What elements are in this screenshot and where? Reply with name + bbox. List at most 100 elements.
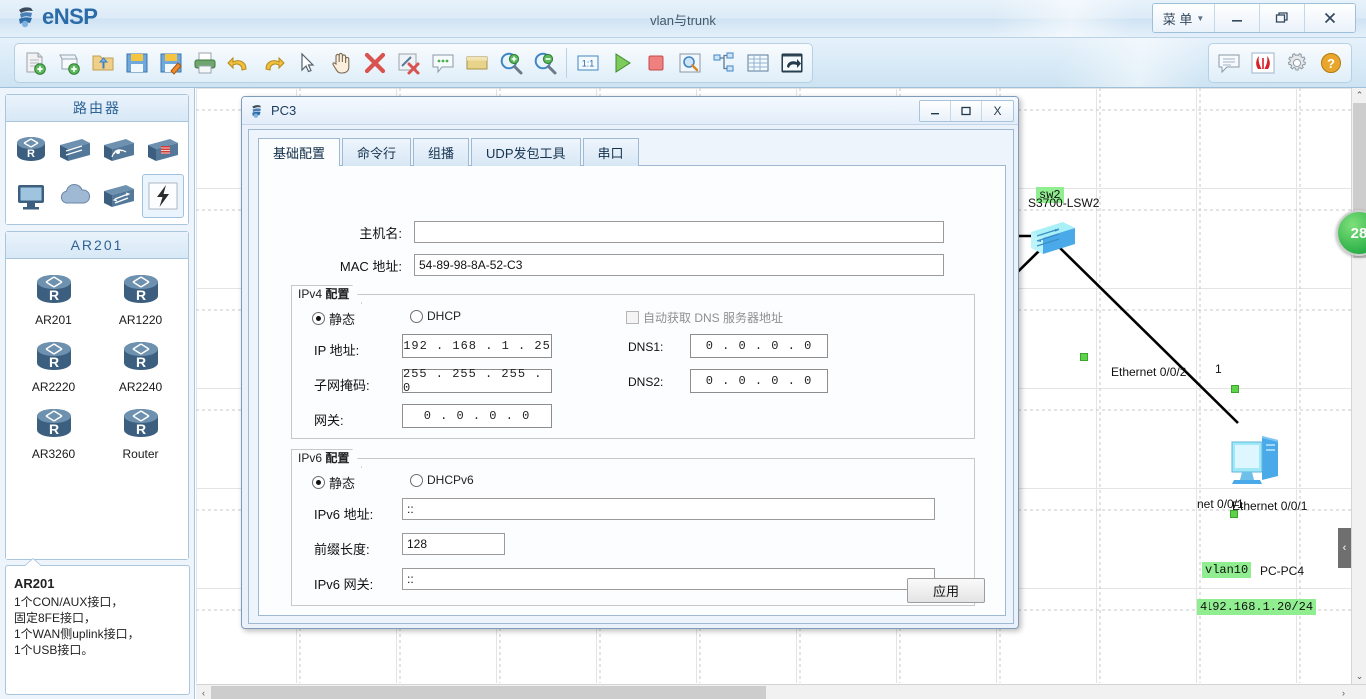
model-item[interactable]: R Router	[97, 401, 184, 464]
firewall-type-icon[interactable]	[142, 128, 184, 172]
pc3-dialog[interactable]: PC3 X 基础配置 命令行 组播 UDP发包工具 串口 主机名: MAC 地址…	[241, 96, 1019, 629]
settings-gear-icon[interactable]	[1280, 46, 1314, 80]
zoom-reset-1to1-icon[interactable]: 1:1	[571, 46, 605, 80]
model-item[interactable]: R AR201	[10, 267, 97, 330]
save-as-icon[interactable]	[154, 46, 188, 80]
device-model-header: AR201	[6, 232, 188, 259]
dns1-input[interactable]: 0 . 0 . 0 . 0	[690, 334, 828, 358]
pc3-maximize-button[interactable]	[951, 100, 982, 121]
svg-text:1:1: 1:1	[582, 59, 595, 69]
open-folder-icon[interactable]	[86, 46, 120, 80]
restore-button[interactable]	[1260, 4, 1305, 32]
close-button[interactable]	[1305, 4, 1355, 32]
switch-type-icon[interactable]	[54, 128, 96, 172]
ipv6-prefix-input[interactable]	[402, 533, 505, 555]
scroll-up-arrow[interactable]: ⌃	[1352, 88, 1366, 103]
model-item[interactable]: R AR2240	[97, 334, 184, 397]
tab-multicast[interactable]: 组播	[413, 138, 470, 166]
redo-icon[interactable]	[256, 46, 290, 80]
pc-device-icon[interactable]	[1226, 428, 1288, 493]
svg-text:R: R	[135, 354, 145, 370]
pan-hand-icon[interactable]	[324, 46, 358, 80]
ipv4-gateway-input[interactable]: 0 . 0 . 0 . 0	[402, 404, 552, 428]
rectangle-icon[interactable]	[460, 46, 494, 80]
help-icon[interactable]: ?	[1314, 46, 1348, 80]
scroll-down-arrow[interactable]: ⌄	[1352, 669, 1366, 684]
cloud-type-icon[interactable]	[54, 174, 96, 218]
vertical-scrollbar[interactable]: ⌃ ⌄	[1351, 88, 1366, 684]
other-device-type-icon[interactable]	[98, 174, 140, 218]
start-device-icon[interactable]	[605, 46, 639, 80]
select-pointer-icon[interactable]	[290, 46, 324, 80]
ipv4-static-radio[interactable]: 静态	[312, 309, 355, 328]
menu-button[interactable]: 菜 单 ▼	[1153, 4, 1215, 32]
interface-label-partial: 1	[1215, 362, 1222, 376]
ipv6-address-input[interactable]	[402, 498, 935, 520]
tab-serial-port[interactable]: 串口	[582, 138, 639, 166]
capture-packet-icon[interactable]	[673, 46, 707, 80]
huawei-logo-icon[interactable]	[1246, 46, 1280, 80]
model-item[interactable]: R AR3260	[10, 401, 97, 464]
hostname-input[interactable]	[414, 221, 944, 243]
dns2-label: DNS2:	[628, 375, 664, 389]
feedback-icon[interactable]	[1212, 46, 1246, 80]
svg-text:R: R	[48, 354, 58, 370]
wlan-type-icon[interactable]	[98, 128, 140, 172]
router-type-icon[interactable]: R	[10, 128, 52, 172]
print-icon[interactable]	[188, 46, 222, 80]
subnet-mask-label: 子网掩码:	[314, 378, 370, 393]
panel-collapse-handle[interactable]: ‹	[1338, 528, 1351, 568]
model-item[interactable]: R AR2220	[10, 334, 97, 397]
stop-device-icon[interactable]	[639, 46, 673, 80]
new-device-icon[interactable]	[52, 46, 86, 80]
ipv4-dhcp-radio[interactable]: DHCP	[410, 309, 461, 323]
topology-tree-icon[interactable]	[707, 46, 741, 80]
auto-dns-checkbox[interactable]: 自动获取 DNS 服务器地址	[626, 309, 783, 326]
remove-link-icon[interactable]	[392, 46, 426, 80]
model-label: AR2240	[118, 380, 163, 394]
save-icon[interactable]	[120, 46, 154, 80]
device-model-panel: AR201 R AR201 R AR1220 R AR2220 R AR2240…	[5, 231, 189, 560]
model-label: AR201	[35, 313, 72, 327]
tab-basic-config[interactable]: 基础配置	[258, 138, 341, 166]
device-info-tooltip: AR201 1个CON/AUX接口， 固定8FE接口， 1个WAN侧uplink…	[5, 558, 190, 695]
comment-icon[interactable]	[426, 46, 460, 80]
ipv6-prefix-label: 前缀长度:	[314, 542, 370, 557]
grid-icon[interactable]	[741, 46, 775, 80]
ipv6-dhcpv6-label: DHCPv6	[427, 473, 474, 487]
dns1-label: DNS1:	[628, 340, 664, 354]
endpoint-type-icon[interactable]	[10, 174, 52, 218]
ipv6-dhcpv6-radio[interactable]: DHCPv6	[410, 473, 474, 487]
mac-address-input[interactable]	[414, 254, 944, 276]
connection-type-icon[interactable]	[142, 174, 184, 218]
switch-device-icon[interactable]	[1029, 218, 1079, 263]
pc3-minimize-button[interactable]	[920, 100, 951, 121]
ipv4-address-input[interactable]: 192 . 168 . 1 . 25	[402, 334, 552, 358]
link-endpoint-dot	[1080, 353, 1088, 361]
pc3-titlebar: PC3 X	[242, 97, 1018, 125]
minimize-button[interactable]	[1215, 4, 1260, 32]
restore-window-icon[interactable]	[775, 46, 809, 80]
horizontal-scroll-thumb[interactable]	[211, 686, 766, 699]
delete-icon[interactable]	[358, 46, 392, 80]
new-topology-icon[interactable]	[18, 46, 52, 80]
undo-icon[interactable]	[222, 46, 256, 80]
dns2-input[interactable]: 0 . 0 . 0 . 0	[690, 369, 828, 393]
subnet-mask-input[interactable]: 255 . 255 . 255 . 0	[402, 367, 552, 395]
scroll-right-arrow[interactable]: ›	[1336, 685, 1351, 699]
ipv6-address-label: IPv6 地址:	[314, 507, 374, 522]
model-item[interactable]: R AR1220	[97, 267, 184, 330]
pc3-close-button[interactable]: X	[982, 100, 1013, 121]
toolbar-group-left: 1:1	[14, 43, 813, 83]
ipv6-gateway-input[interactable]	[402, 568, 935, 590]
link-endpoint-dot	[1231, 385, 1239, 393]
ipv6-static-radio[interactable]: 静态	[312, 473, 355, 492]
zoom-out-icon[interactable]	[528, 46, 562, 80]
zoom-in-icon[interactable]	[494, 46, 528, 80]
apply-button[interactable]: 应用	[907, 578, 985, 603]
tab-udp-tool[interactable]: UDP发包工具	[471, 138, 581, 166]
tab-command-line[interactable]: 命令行	[342, 138, 412, 166]
chevron-down-icon: ▼	[1196, 13, 1205, 23]
horizontal-scrollbar[interactable]: ‹ ›	[196, 684, 1366, 699]
scroll-left-arrow[interactable]: ‹	[196, 685, 211, 699]
